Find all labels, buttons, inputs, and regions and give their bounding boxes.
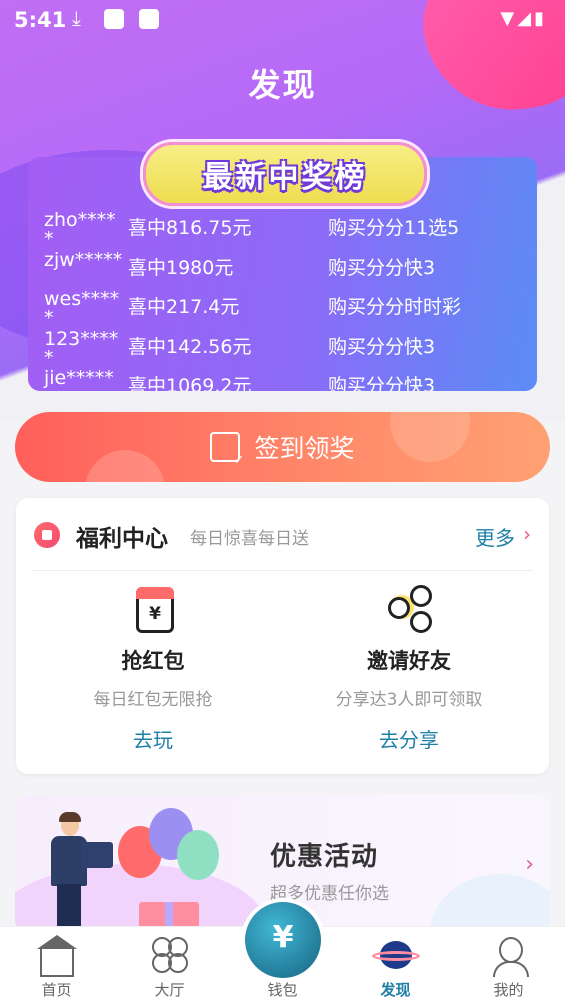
checkin-label: 签到领奖 [254,434,355,463]
winner-amount: 喜中217.4元 [128,296,240,318]
decor-circle [85,450,165,482]
winner-user: jie***** [44,367,114,389]
winner-game: 购买分分11选5 [328,217,460,239]
winner-user: zjw***** [44,248,123,271]
man-illustration [47,812,91,934]
winner-game: 购买分分时时彩 [328,296,462,318]
page-title: 发现 [248,66,317,104]
winner-game: 购买分分快3 [328,335,436,358]
welfare-center: 福利中心 每日惊喜每日送 更多 › ¥ 抢红包 每日红包无限抢 去玩 邀请好友 … [16,498,549,774]
download-icon: ⤓ [72,6,81,30]
decor-circle [390,412,470,462]
winner-user: zho***** [44,209,116,250]
invite-friends-card[interactable]: 邀请好友 分享达3人即可领取 去分享 [284,583,534,753]
winner-row: 123***** 喜中142.56元 购买分分快3 [44,326,524,369]
wallet-icon[interactable]: ¥ [245,902,321,978]
app-icon [104,9,124,29]
winner-amount: 喜中142.56元 [128,335,252,358]
red-packet-card[interactable]: ¥ 抢红包 每日红包无限抢 去玩 [28,583,278,753]
winner-user: wes***** [44,288,120,329]
share-icon [384,583,434,633]
tab-label: 大厅 [154,981,185,999]
decor-wave [430,874,550,934]
tab-label: 我的 [493,981,524,999]
share-link[interactable]: 去分享 [284,724,534,753]
winner-amount: 喜中1069.2元 [128,375,252,391]
tab-discover[interactable]: 发现 [339,927,452,1005]
winner-row: wes***** 喜中217.4元 购买分分时时彩 [44,286,524,329]
tab-label: 钱包 [267,981,298,999]
gift-illustration [81,842,113,868]
tab-profile[interactable]: 我的 [452,927,565,1005]
chevron-right-icon[interactable]: › [523,522,531,546]
status-bar: 5:41 ⤓ ▼◢▮ [0,0,565,40]
promo-subtitle: 超多优惠任你选 [270,884,389,904]
calendar-check-icon [210,432,244,468]
tab-home[interactable]: 首页 [0,927,113,1005]
divider [32,570,533,571]
app-icon [139,9,159,29]
winners-banner-label: 最新中奖榜 [202,160,368,195]
winner-row: jie***** 喜中1069.2元 购买分分快3 [44,365,524,392]
play-link[interactable]: 去玩 [28,724,278,753]
status-time: 5:41 [14,8,67,32]
tab-label: 发现 [380,981,411,999]
welfare-subtitle: 每日惊喜每日送 [190,529,309,549]
winner-amount: 喜中1980元 [128,256,234,279]
planet-icon [371,935,420,975]
card-desc: 分享达3人即可领取 [335,690,483,710]
home-icon [36,935,77,977]
welfare-more-link[interactable]: 更多 [475,522,515,551]
winner-game: 购买分分快3 [328,375,436,391]
welfare-icon [34,522,60,548]
checkin-button[interactable]: 签到领奖 [15,412,550,482]
winner-user: 123***** [44,327,119,369]
red-packet-icon: ¥ [128,583,178,633]
winner-row: zho***** 喜中816.75元 购买分分11选5 [44,207,524,250]
winner-game: 购买分分快3 [328,256,436,279]
card-desc: 每日红包无限抢 [93,690,213,710]
winner-row: zjw***** 喜中1980元 购买分分快3 [44,247,524,287]
profile-icon [489,935,529,977]
promo-title: 优惠活动 [270,842,379,872]
winner-amount: 喜中816.75元 [128,217,252,239]
clover-icon [150,935,190,975]
winners-banner: 最新中奖榜 [143,142,427,206]
balloon-illustration [177,830,219,880]
signal-battery-icon: ▼◢▮ [500,8,547,29]
tab-lobby[interactable]: 大厅 [113,927,226,1005]
tab-label: 首页 [41,981,72,999]
chevron-right-icon[interactable]: › [525,852,534,877]
card-title: 邀请好友 [367,649,451,673]
wallet-glyph: ¥ [272,920,294,955]
welfare-title: 福利中心 [76,526,168,552]
card-title: 抢红包 [121,649,185,673]
